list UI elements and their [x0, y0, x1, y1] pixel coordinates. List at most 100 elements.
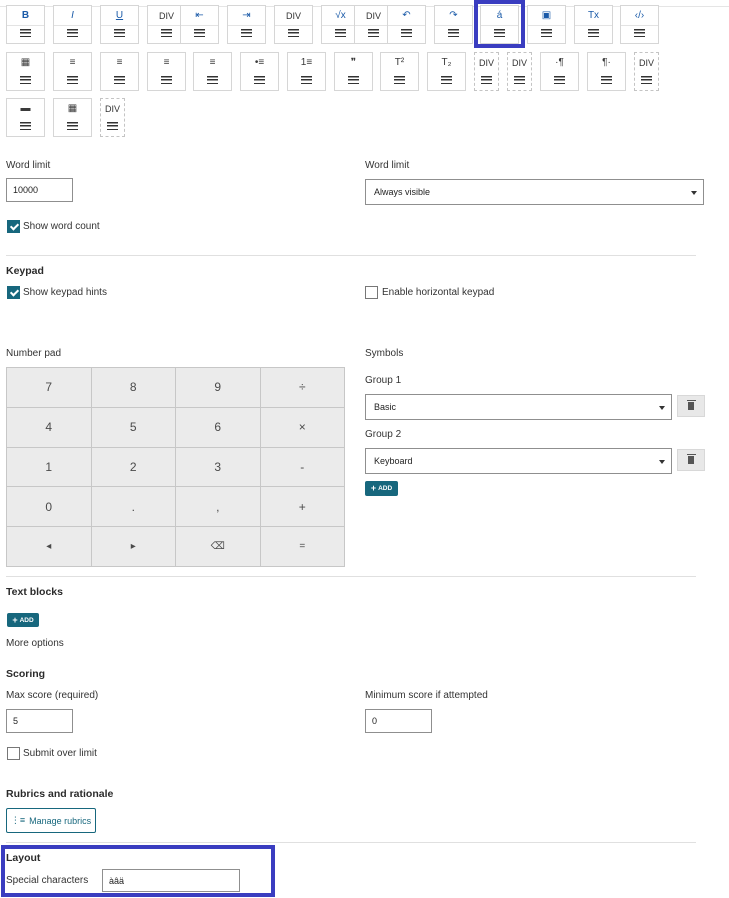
- show-keypad-hints-label: Show keypad hints: [23, 287, 107, 298]
- toolbar-button-div[interactable]: DIV: [100, 98, 125, 137]
- keypad-key[interactable]: ▸: [91, 527, 175, 566]
- group2-select[interactable]: Keyboard: [365, 448, 672, 474]
- keypad-key[interactable]: 7: [7, 368, 91, 407]
- toolbar-button-div[interactable]: DIV: [507, 52, 532, 91]
- submit-over-limit-checkbox[interactable]: [7, 747, 20, 760]
- italic-icon: I: [71, 10, 74, 21]
- menu-icon: [288, 72, 325, 88]
- image-icon: ▣: [541, 10, 552, 21]
- delete-group1-button[interactable]: [677, 395, 705, 417]
- menu-icon: [101, 25, 138, 41]
- horizontal-keypad-checkbox[interactable]: [365, 286, 378, 299]
- word-limit-input[interactable]: 10000: [6, 178, 73, 202]
- toolbar-button-clear-format[interactable]: Tx: [574, 5, 613, 44]
- toolbar-button-bulleted-list[interactable]: •≡: [240, 52, 279, 91]
- keypad-key[interactable]: 6: [176, 407, 260, 447]
- divider: [6, 255, 696, 256]
- toolbar-button-div[interactable]: DIV: [474, 52, 499, 91]
- keypad-key[interactable]: 4: [7, 407, 91, 447]
- outdent-icon: ⇤: [195, 10, 204, 21]
- show-keypad-hints-checkbox[interactable]: [7, 286, 20, 299]
- keypad-key[interactable]: 3: [176, 447, 260, 487]
- toolbar-button-numbered-list[interactable]: 1≡: [287, 52, 326, 91]
- toolbar-button-subscript[interactable]: T₂: [427, 52, 466, 91]
- menu-icon: [181, 25, 218, 41]
- group1-select[interactable]: Basic: [365, 394, 672, 420]
- add-symbol-group-button[interactable]: + ADD: [365, 481, 398, 496]
- delete-group2-button[interactable]: [677, 449, 705, 471]
- keypad-key[interactable]: +: [260, 487, 344, 527]
- toolbar-button-align-center[interactable]: ≡: [100, 52, 139, 91]
- toolbar-button-table[interactable]: ▦: [53, 98, 92, 137]
- toolbar-button-image[interactable]: ▣: [527, 5, 566, 44]
- menu-icon: [335, 72, 372, 88]
- toolbar-button-undo[interactable]: ↶: [387, 5, 426, 44]
- menu-icon: [54, 72, 91, 88]
- keypad-key[interactable]: ÷: [260, 368, 344, 407]
- toolbar-button-superscript[interactable]: T²: [380, 52, 419, 91]
- menu-icon: [194, 72, 231, 88]
- rtl-paragraph-icon: ¶·: [602, 57, 611, 68]
- toolbar-button-outdent[interactable]: ⇤: [180, 5, 219, 44]
- keypad-key[interactable]: 0: [7, 487, 91, 527]
- group2-value: Keyboard: [374, 456, 413, 466]
- toolbar-button-align-left[interactable]: ≡: [53, 52, 92, 91]
- toolbar-button-align-right[interactable]: ≡: [147, 52, 186, 91]
- add-text-block-button[interactable]: + ADD: [7, 613, 39, 627]
- menu-icon: [428, 72, 465, 88]
- show-word-count-checkbox[interactable]: [7, 220, 20, 233]
- menu-icon: [7, 25, 44, 41]
- menu-icon: [7, 118, 44, 134]
- word-limit-label: Word limit: [6, 160, 51, 171]
- keypad-key[interactable]: 5: [91, 407, 175, 447]
- toolbar-button-indent[interactable]: ⇥: [227, 5, 266, 44]
- div-icon: DIV: [285, 10, 301, 21]
- word-limit-mode-select[interactable]: Always visible: [365, 179, 704, 205]
- keypad-key[interactable]: =: [260, 527, 344, 566]
- manage-rubrics-button[interactable]: ⋮≡ Manage rubrics: [6, 808, 96, 833]
- keypad-key[interactable]: 2: [91, 447, 175, 487]
- symbols-label: Symbols: [365, 348, 404, 359]
- toolbar-button-italic[interactable]: I: [53, 5, 92, 44]
- toolbar-button-justify[interactable]: ≡: [193, 52, 232, 91]
- toolbar-button-horizontal-rule[interactable]: ▬: [6, 98, 45, 137]
- menu-icon: [7, 72, 44, 88]
- undo-icon: ↶: [402, 10, 411, 21]
- toolbar-button-div[interactable]: DIV: [274, 5, 313, 44]
- min-score-input[interactable]: 0: [365, 709, 432, 733]
- chevron-down-icon: [659, 460, 665, 464]
- toolbar-button-rtl-paragraph[interactable]: ¶·: [587, 52, 626, 91]
- menu-icon: [228, 25, 265, 41]
- keypad-key[interactable]: ◂: [7, 527, 91, 566]
- horizontal-rule-icon: ▬: [20, 103, 31, 114]
- toolbar-button-blockquote[interactable]: ❞: [334, 52, 373, 91]
- divider: [6, 576, 696, 577]
- menu-icon: [148, 72, 185, 88]
- keypad-key[interactable]: 9: [176, 368, 260, 407]
- toolbar-button-underline[interactable]: U: [100, 5, 139, 44]
- clear-format-icon: Tx: [587, 10, 600, 21]
- keypad-key[interactable]: ×: [260, 407, 344, 447]
- toolbar-button-source-code[interactable]: ‹/›: [620, 5, 659, 44]
- keypad-key[interactable]: 8: [91, 368, 175, 407]
- more-options-label: More options: [6, 638, 64, 649]
- keypad-key[interactable]: .: [91, 487, 175, 527]
- table-icon: ▦: [67, 103, 78, 114]
- numbered-list-icon: 1≡: [300, 57, 313, 68]
- keypad-key[interactable]: ,: [176, 487, 260, 527]
- keypad-key[interactable]: ⌫: [176, 527, 260, 566]
- keypad-key[interactable]: -: [260, 447, 344, 487]
- toolbar-button-ltr-paragraph[interactable]: ·¶: [540, 52, 579, 91]
- toolbar-button-div[interactable]: DIV: [634, 52, 659, 91]
- menu-icon: [435, 25, 472, 41]
- submit-over-limit-label: Submit over limit: [23, 748, 97, 759]
- toolbar-button-calendar[interactable]: ▦: [6, 52, 45, 91]
- keypad-key[interactable]: 1: [7, 447, 91, 487]
- trash-icon: [686, 454, 696, 464]
- toolbar-button-redo[interactable]: ↷: [434, 5, 473, 44]
- toolbar-button-bold[interactable]: B: [6, 5, 45, 44]
- max-score-input[interactable]: 5: [6, 709, 73, 733]
- rubric-icon: ⋮≡: [10, 815, 26, 825]
- source-code-icon: ‹/›: [634, 10, 645, 21]
- chevron-down-icon: [659, 406, 665, 410]
